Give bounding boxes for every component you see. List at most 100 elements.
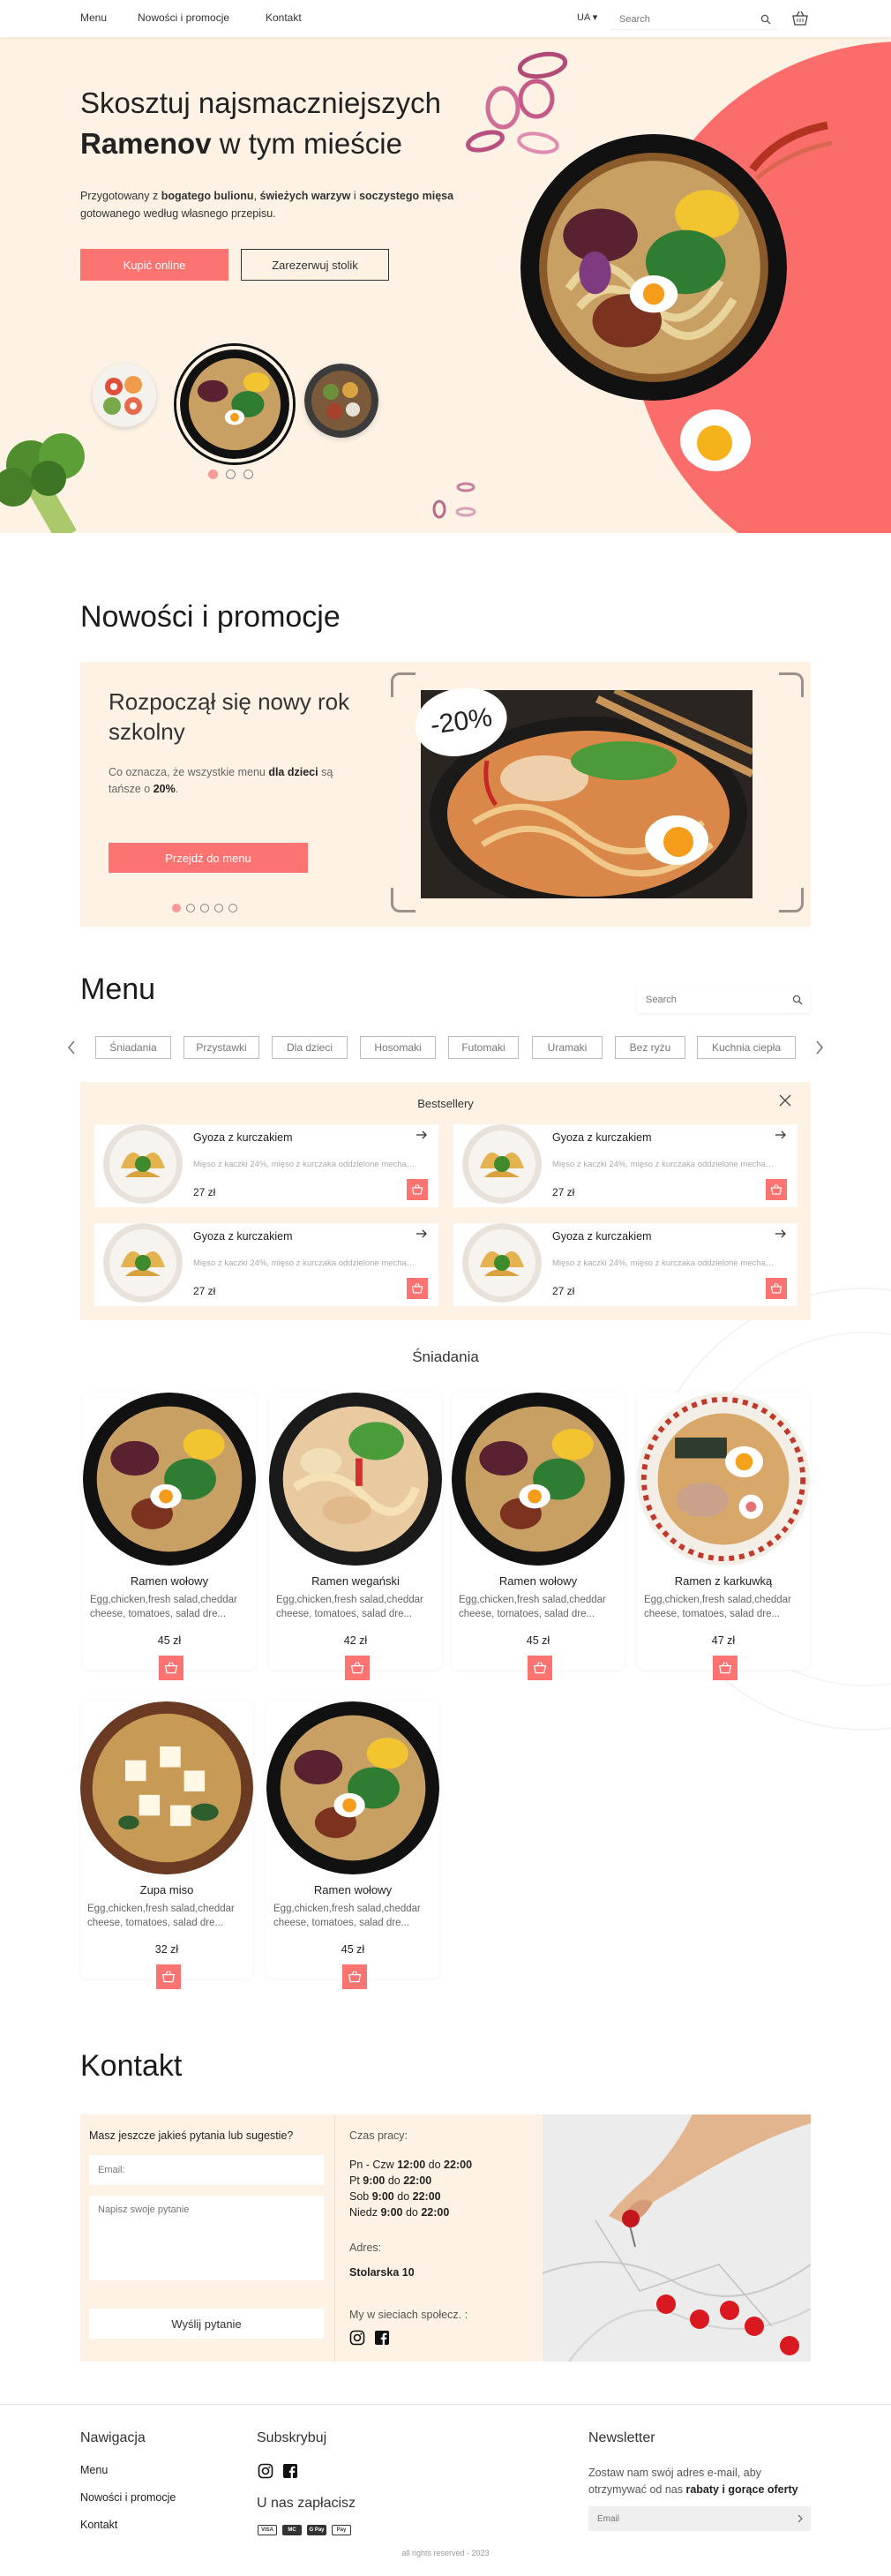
- promo-text-bold: dla dzieci: [268, 766, 318, 778]
- chevron-right-icon[interactable]: [813, 1040, 826, 1055]
- dish-card[interactable]: Zupa miso Egg,chicken,fresh salad,chedda…: [80, 1701, 253, 1989]
- newsletter-email-input[interactable]: [588, 2506, 811, 2531]
- close-icon[interactable]: [777, 1093, 793, 1108]
- dish-card[interactable]: Ramen wołowy Egg,chicken,fresh salad,che…: [452, 1393, 625, 1680]
- category-tab-przystawki[interactable]: Przystawki: [183, 1036, 259, 1059]
- dish-card[interactable]: Ramen wegański Egg,chicken,fresh salad,c…: [269, 1393, 442, 1680]
- add-to-basket-button[interactable]: [345, 1656, 370, 1680]
- slide-thumb-sushi[interactable]: [93, 364, 156, 427]
- language-select[interactable]: UA ▾: [577, 11, 597, 23]
- add-to-basket-button[interactable]: [766, 1278, 787, 1299]
- promo-dot-4[interactable]: [214, 904, 223, 912]
- category-tab-bez-ryzu[interactable]: Bez ryżu: [615, 1036, 685, 1059]
- footer-link-contact[interactable]: Kontakt: [80, 2519, 117, 2531]
- dish-card[interactable]: Ramen z karkuwką Egg,chicken,fresh salad…: [637, 1393, 810, 1680]
- basket-icon: [770, 1283, 782, 1294]
- hero-dot-1[interactable]: [208, 469, 218, 479]
- header-search-input[interactable]: [610, 9, 778, 29]
- instagram-icon[interactable]: [349, 2330, 365, 2346]
- menu-search-input[interactable]: [637, 987, 810, 1013]
- footer-divider: [0, 2404, 891, 2405]
- slide-thumb-ramen-active[interactable]: [176, 346, 293, 462]
- arrow-right-icon[interactable]: [775, 1228, 787, 1239]
- hero-carousel-dots: [208, 469, 253, 479]
- nav-link-contact[interactable]: Kontakt: [266, 11, 302, 24]
- address-label: Adres:: [349, 2242, 382, 2254]
- category-tab-dla-dzieci[interactable]: Dla dzieci: [272, 1036, 348, 1059]
- bestseller-card[interactable]: Gyoza z kurczakiem Mięso z kaczki 24%, m…: [453, 1124, 797, 1207]
- footer-link-menu[interactable]: Menu: [80, 2464, 108, 2476]
- promo-dot-5[interactable]: [228, 904, 237, 912]
- broccoli-decor-image: [0, 433, 85, 533]
- add-to-basket-button[interactable]: [407, 1179, 428, 1200]
- dish-card[interactable]: Ramen wołowy Egg,chicken,fresh salad,che…: [266, 1701, 439, 1989]
- promo-dot-3[interactable]: [200, 904, 209, 912]
- bestseller-card[interactable]: Gyoza z kurczakiem Mięso z kaczki 24%, m…: [453, 1223, 797, 1306]
- reserve-table-button[interactable]: Zarezerwuj stolik: [241, 249, 389, 281]
- add-to-basket-button[interactable]: [159, 1656, 183, 1680]
- ramen-beef-image: [266, 1701, 439, 1874]
- facebook-icon[interactable]: [282, 2463, 298, 2479]
- facebook-icon[interactable]: [374, 2330, 390, 2346]
- newsletter-email-field: [588, 2506, 811, 2531]
- chevron-left-icon[interactable]: [65, 1040, 78, 1055]
- category-tab-futomaki[interactable]: Futomaki: [448, 1036, 519, 1059]
- hero-title-line2: Ramenov w tym mieście: [80, 124, 441, 164]
- hero-dot-2[interactable]: [226, 469, 236, 479]
- buy-online-button[interactable]: Kupić online: [80, 249, 228, 281]
- basket-icon[interactable]: [791, 10, 809, 27]
- basket-icon: [718, 1662, 732, 1674]
- hero-desc-bold: soczystego mięsa: [359, 190, 454, 202]
- question-field: [89, 2196, 324, 2280]
- footer-social-links: [258, 2463, 298, 2479]
- slide-thumb-bowl[interactable]: [304, 364, 378, 438]
- visa-icon: VISA: [258, 2525, 277, 2535]
- nav-link-news[interactable]: Nowości i promocje: [138, 11, 229, 24]
- search-icon[interactable]: [760, 14, 771, 25]
- news-heading: Nowości i promocje: [80, 600, 341, 634]
- search-icon[interactable]: [792, 995, 803, 1005]
- category-tab-uramaki[interactable]: Uramaki: [532, 1036, 603, 1059]
- category-tab-kuchnia-ciepla[interactable]: Kuchnia ciepła: [697, 1036, 796, 1059]
- bestseller-card[interactable]: Gyoza z kurczakiem Mięso z kaczki 24%, m…: [94, 1223, 438, 1306]
- bestseller-description: Mięso z kaczki 24%, mięso z kurczaka odd…: [552, 1258, 777, 1268]
- instagram-icon[interactable]: [258, 2463, 273, 2479]
- add-to-basket-button[interactable]: [713, 1656, 738, 1680]
- bestseller-price: 27 zł: [193, 1186, 216, 1198]
- promo-dot-2[interactable]: [186, 904, 195, 912]
- add-to-basket-button[interactable]: [156, 1964, 181, 1989]
- ramen-beef-image: [452, 1393, 625, 1566]
- hero-desc-bold: bogatego bulionu: [161, 190, 254, 202]
- nav-link-menu[interactable]: Menu: [80, 11, 107, 24]
- promo-banner: Rozpoczął się nowy rok szkolny Co oznacz…: [80, 662, 811, 927]
- send-question-button[interactable]: Wyślij pytanie: [89, 2309, 324, 2339]
- add-to-basket-button[interactable]: [342, 1964, 367, 1989]
- add-to-basket-button[interactable]: [766, 1179, 787, 1200]
- egg-decor-image: [679, 408, 752, 473]
- arrow-right-icon[interactable]: [416, 1130, 428, 1140]
- bestseller-card[interactable]: Gyoza z kurczakiem Mięso z kaczki 24%, m…: [94, 1124, 438, 1207]
- category-tab-hosomaki[interactable]: Hosomaki: [360, 1036, 436, 1059]
- contact-panel: Masz jeszcze jakieś pytania lub sugestie…: [80, 2114, 811, 2362]
- footer-link-news[interactable]: Nowości i promocje: [80, 2491, 176, 2504]
- email-input[interactable]: [89, 2155, 324, 2185]
- chevron-right-icon[interactable]: [797, 2513, 804, 2524]
- hours-sep: do: [428, 2159, 441, 2171]
- category-tab-sniadania[interactable]: Śniadania: [95, 1036, 171, 1059]
- newsletter-text: Zostaw nam swój adres e-mail, aby otrzym…: [588, 2465, 818, 2498]
- page-root: Menu Nowości i promocje Kontakt UA ▾ Sko…: [0, 0, 891, 2576]
- dish-card[interactable]: Ramen wołowy Egg,chicken,fresh salad,che…: [83, 1393, 256, 1680]
- hero-desc-bold: świeżych warzyw: [259, 190, 351, 202]
- go-to-menu-button[interactable]: Przejdź do menu: [109, 843, 308, 873]
- dish-name: Ramen wegański: [311, 1574, 400, 1588]
- question-textarea[interactable]: [89, 2196, 324, 2280]
- arrow-right-icon[interactable]: [416, 1228, 428, 1239]
- bestsellers-panel: Bestsellery Gyoza z kurczakiem Mięso z k…: [80, 1082, 811, 1320]
- dish-name: Ramen z karkuwką: [674, 1574, 773, 1588]
- promo-dot-1[interactable]: [172, 904, 181, 912]
- add-to-basket-button[interactable]: [528, 1656, 552, 1680]
- top-navigation: Menu Nowości i promocje Kontakt UA ▾: [0, 0, 891, 37]
- add-to-basket-button[interactable]: [407, 1278, 428, 1299]
- arrow-right-icon[interactable]: [775, 1130, 787, 1140]
- hero-dot-3[interactable]: [243, 469, 253, 479]
